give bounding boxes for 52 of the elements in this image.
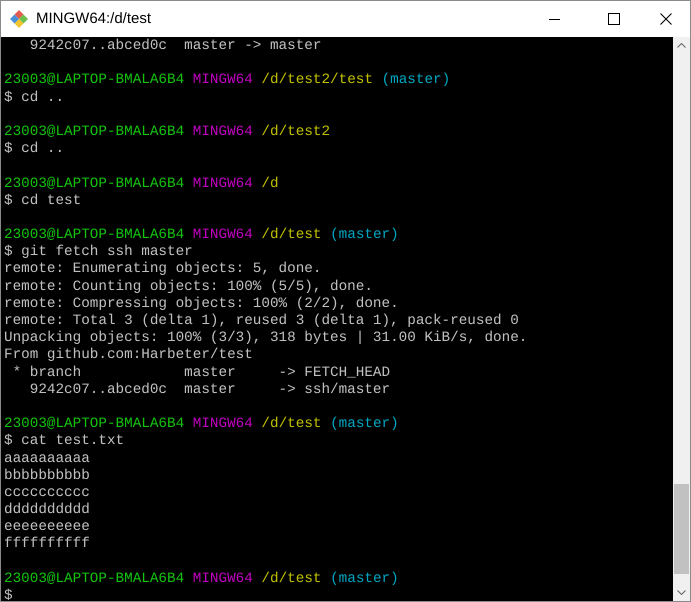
- terminal-line: $ cd ..: [4, 141, 64, 158]
- terminal-line: $ cd test: [4, 192, 82, 210]
- terminal-line: 9242c07..abced0c master -> master: [28, 38, 322, 56]
- prompt-user: 23003@LAPTOP-BMALA6B4: [4, 227, 184, 244]
- prompt-branch: (master): [330, 416, 399, 434]
- prompt-user: 23003@LAPTOP-BMALA6B4: [4, 416, 184, 434]
- terminal-line: 9242c07..abced0c master -> ssh/master: [28, 382, 390, 399]
- prompt-system: MINGW64: [192, 570, 253, 588]
- prompt-system: MINGW64: [192, 227, 253, 244]
- close-icon: [660, 13, 672, 25]
- terminal-line: remote: Counting objects: 100% (5/5), done.: [4, 278, 373, 296]
- scroll-down-icon[interactable]: [677, 590, 686, 595]
- terminal-line: aaaaaaaaaa: [4, 450, 90, 468]
- terminal-line: Unpacking objects: 100% (3/3), 318 bytes | 31.00 KiB/s, done.: [4, 330, 528, 348]
- terminal-line: dddddddddd: [4, 502, 90, 520]
- prompt-path: /d/test: [261, 227, 322, 244]
- prompt-path: /d/test: [261, 416, 322, 434]
- scroll-up-icon[interactable]: [677, 43, 686, 48]
- terminal-line: $ cat test.txt: [4, 433, 124, 450]
- prompt-system: MINGW64: [192, 416, 253, 434]
- window-title: MINGW64:/d/test: [36, 8, 152, 29]
- prompt-system: MINGW64: [192, 72, 253, 90]
- prompt-branch: (master): [382, 72, 450, 90]
- prompt-path: /d: [261, 176, 279, 193]
- terminal-line: * branch master -> FETCH_HEAD: [12, 364, 390, 382]
- terminal-line: remote: Enumerating objects: 5, done.: [4, 261, 322, 279]
- minimize-icon: [548, 18, 560, 20]
- terminal-line: $: [4, 588, 13, 601]
- terminal-line: remote: Total 3 (delta 1), reused 3 (delta 1), pack-reused 0: [4, 313, 519, 330]
- terminal-line: remote: Compressing objects: 100% (2/2), done.: [4, 296, 399, 313]
- terminal-line: $ git fetch ssh master: [4, 244, 193, 262]
- prompt-path: /d/test2: [261, 124, 330, 142]
- prompt-user: 23003@LAPTOP-BMALA6B4: [4, 124, 184, 142]
- prompt-branch: (master): [330, 570, 399, 588]
- prompt-system: MINGW64: [192, 124, 253, 142]
- prompt-user: 23003@LAPTOP-BMALA6B4: [4, 570, 184, 588]
- prompt-path: /d/test2/test: [261, 72, 373, 90]
- prompt-system: MINGW64: [192, 176, 253, 193]
- prompt-path: /d/test: [261, 570, 322, 588]
- diamond-logo-icon: [10, 10, 28, 28]
- terminal-line: eeeeeeeeee: [4, 519, 90, 536]
- terminal-line: cccccccccc: [4, 484, 90, 502]
- terminal-line: From github.com:Harbeter/test: [4, 347, 253, 365]
- scrollbar[interactable]: [673, 37, 690, 601]
- terminal-line: bbbbbbbbbb: [4, 468, 90, 485]
- prompt-user: 23003@LAPTOP-BMALA6B4: [4, 72, 184, 90]
- terminal-line: ffffffffff: [4, 536, 90, 554]
- prompt-branch: (master): [330, 227, 399, 244]
- prompt-user: 23003@LAPTOP-BMALA6B4: [4, 176, 184, 193]
- scrollbar-thumb[interactable]: [674, 484, 689, 574]
- maximize-icon: [608, 13, 620, 25]
- terminal-line: $ cd ..: [4, 90, 64, 107]
